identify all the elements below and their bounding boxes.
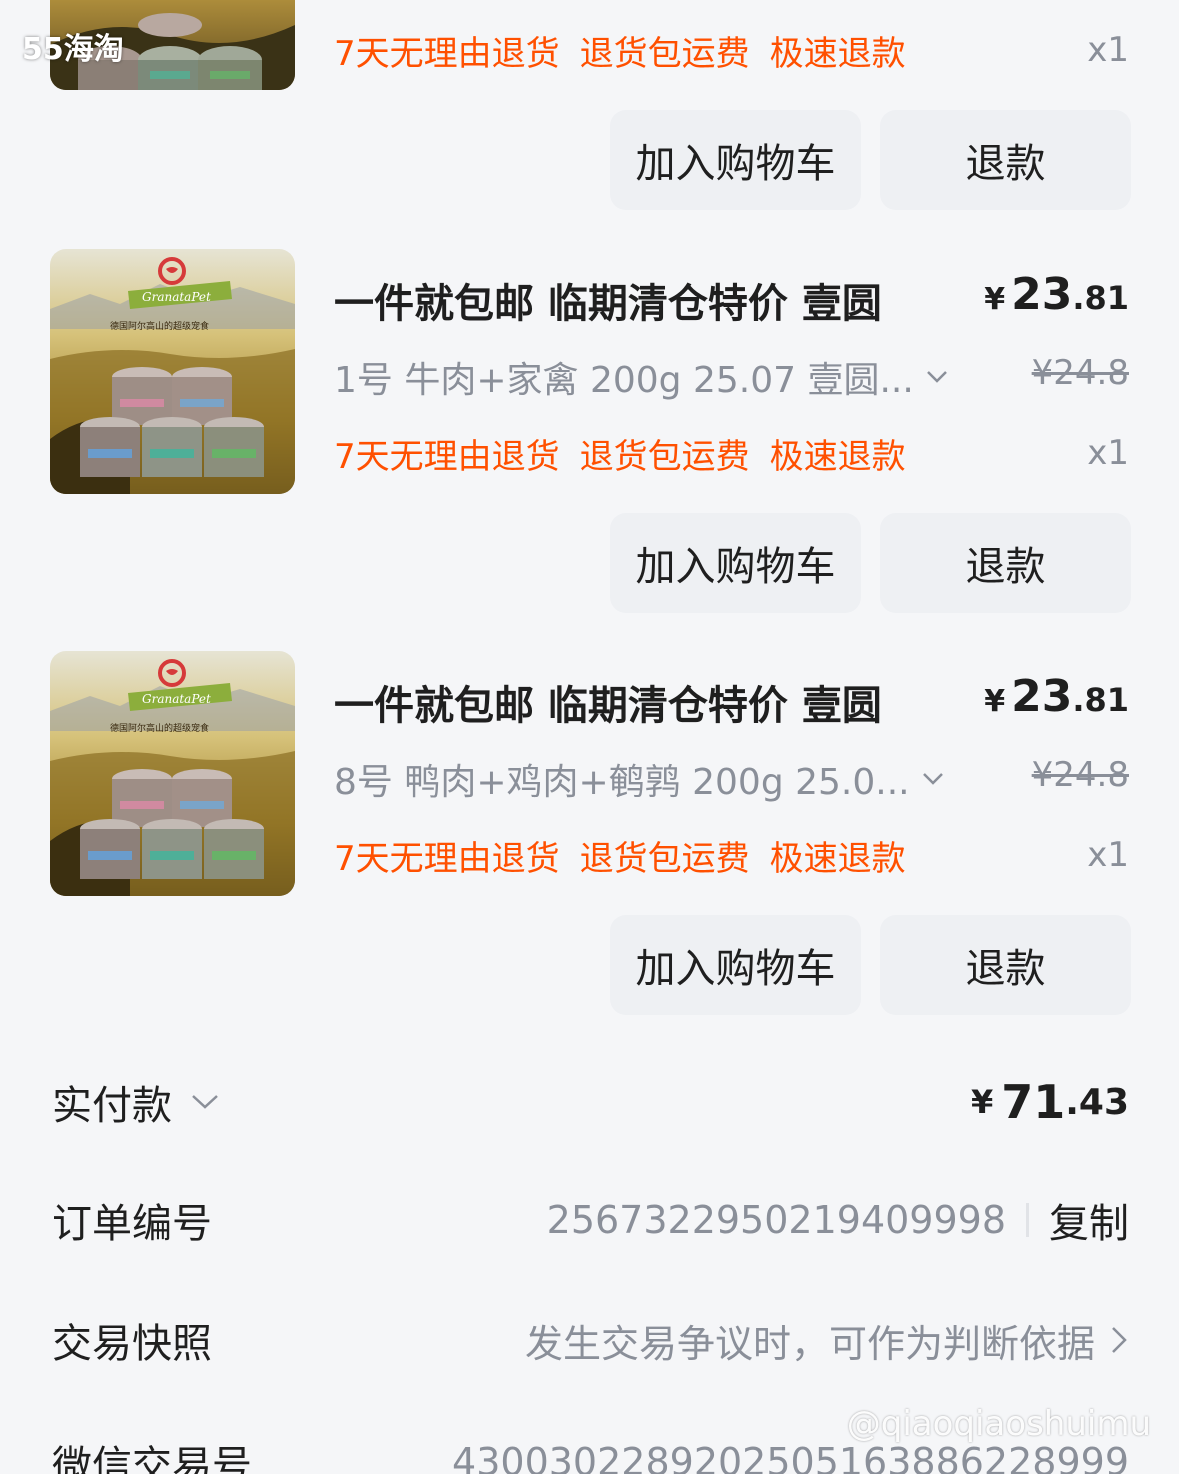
sku-text: 8号 鸭肉+鸡肉+鹌鹑 200g 25.0...: [334, 762, 910, 803]
item-price: ¥23.81: [984, 671, 1129, 722]
service-tags: 7天无理由退货 退货包运费 极速退款: [334, 26, 926, 75]
product-title[interactable]: 一件就包邮 临期清仓特价 壹圆: [334, 673, 882, 731]
paid-amount-row[interactable]: 实付款 ¥71.43: [52, 1072, 1129, 1132]
tag-no-reason-return: 7天无理由退货: [334, 839, 560, 879]
tag-fast-refund: 极速退款: [769, 437, 906, 477]
original-price: ¥24.8: [1031, 755, 1129, 795]
tag-return-shipping: 退货包运费: [579, 839, 750, 879]
order-number-label: 订单编号: [52, 1201, 212, 1247]
copy-button[interactable]: 复制: [1049, 1191, 1129, 1249]
order-number: 2567322950219409998: [546, 1198, 1006, 1242]
order-item-1: GranataPet 德国阿尔高山的超级宠食 一件就包邮 临期清仓特价 壹圆 ¥…: [0, 249, 1179, 613]
add-to-cart-button[interactable]: 加入购物车: [610, 110, 861, 210]
paid-decimal: .43: [1065, 1081, 1129, 1123]
paid-label: 实付款: [52, 1083, 172, 1129]
brand-logo-text: GranataPet: [142, 290, 211, 304]
trade-snapshot-row[interactable]: 交易快照 发生交易争议时，可作为判断依据: [52, 1310, 1129, 1370]
service-tags: 7天无理由退货 退货包运费 极速退款: [334, 429, 926, 478]
image-caption: 德国阿尔高山的超级宠食: [110, 320, 209, 332]
product-thumbnail[interactable]: GranataPet 德国阿尔高山的超级宠食: [50, 651, 295, 896]
chevron-down-icon: [192, 1095, 218, 1109]
tag-fast-refund: 极速退款: [769, 34, 906, 74]
tag-no-reason-return: 7天无理由退货: [334, 437, 560, 477]
price-integer: 23: [1011, 269, 1073, 320]
currency-symbol: ¥: [984, 684, 1006, 719]
quantity: x1: [1087, 30, 1129, 70]
watermark-top: 55海淘: [22, 32, 124, 67]
wechat-trade-label: 微信交易号: [52, 1443, 252, 1474]
refund-button[interactable]: 退款: [880, 110, 1131, 210]
chevron-down-icon: [926, 371, 947, 383]
sku-selector[interactable]: 8号 鸭肉+鸡肉+鹌鹑 200g 25.0...: [334, 753, 944, 805]
quantity: x1: [1087, 433, 1129, 473]
quantity: x1: [1087, 835, 1129, 875]
currency-symbol: ¥: [984, 282, 1006, 317]
item-price: ¥23.81: [984, 269, 1129, 320]
tag-return-shipping: 退货包运费: [579, 437, 750, 477]
price-decimal: .81: [1072, 681, 1129, 719]
paid-integer: 71: [1001, 1075, 1066, 1129]
original-price: ¥24.8: [1031, 353, 1129, 393]
currency-symbol: ¥: [970, 1083, 994, 1121]
product-thumbnail[interactable]: GranataPet 德国阿尔高山的超级宠食: [50, 249, 295, 494]
sku-selector[interactable]: 1号 牛肉+家禽 200g 25.07 壹圆...: [334, 351, 948, 403]
product-title[interactable]: 一件就包邮 临期清仓特价 壹圆: [334, 271, 882, 329]
tag-no-reason-return: 7天无理由退货: [334, 34, 560, 74]
sku-text: 1号 牛肉+家禽 200g 25.07 壹圆...: [334, 360, 914, 401]
price-integer: 23: [1011, 671, 1073, 722]
refund-button[interactable]: 退款: [880, 915, 1131, 1015]
trade-snapshot-hint: 发生交易争议时，可作为判断依据: [524, 1321, 1095, 1366]
order-item-0: 7天无理由退货 退货包运费 极速退款 x1 加入购物车 退款: [0, 0, 1179, 250]
watermark-bottom: @qiaoqiaoshuimu: [846, 1404, 1151, 1444]
wechat-trade-number: 4300302289202505163886228999: [452, 1440, 1129, 1474]
tag-fast-refund: 极速退款: [769, 839, 906, 879]
brand-logo-text: GranataPet: [142, 692, 211, 706]
add-to-cart-button[interactable]: 加入购物车: [610, 915, 861, 1015]
chevron-right-icon: [1112, 1327, 1127, 1353]
order-item-2: GranataPet 德国阿尔高山的超级宠食 一件就包邮 临期清仓特价 壹圆 ¥…: [0, 651, 1179, 1015]
divider: [1026, 1203, 1029, 1237]
service-tags: 7天无理由退货 退货包运费 极速退款: [334, 831, 926, 880]
add-to-cart-button[interactable]: 加入购物车: [610, 513, 861, 613]
trade-snapshot-label: 交易快照: [52, 1321, 212, 1367]
refund-button[interactable]: 退款: [880, 513, 1131, 613]
order-number-row: 订单编号 2567322950219409998 复制: [52, 1190, 1129, 1250]
chevron-down-icon: [922, 773, 943, 785]
image-caption: 德国阿尔高山的超级宠食: [110, 722, 209, 734]
price-decimal: .81: [1072, 279, 1129, 317]
order-number-value-group: 2567322950219409998 复制: [547, 1191, 1129, 1249]
tag-return-shipping: 退货包运费: [579, 34, 750, 74]
trade-snapshot-value-group: 发生交易争议时，可作为判断依据: [525, 1313, 1129, 1368]
paid-amount: ¥71.43: [971, 1075, 1129, 1129]
